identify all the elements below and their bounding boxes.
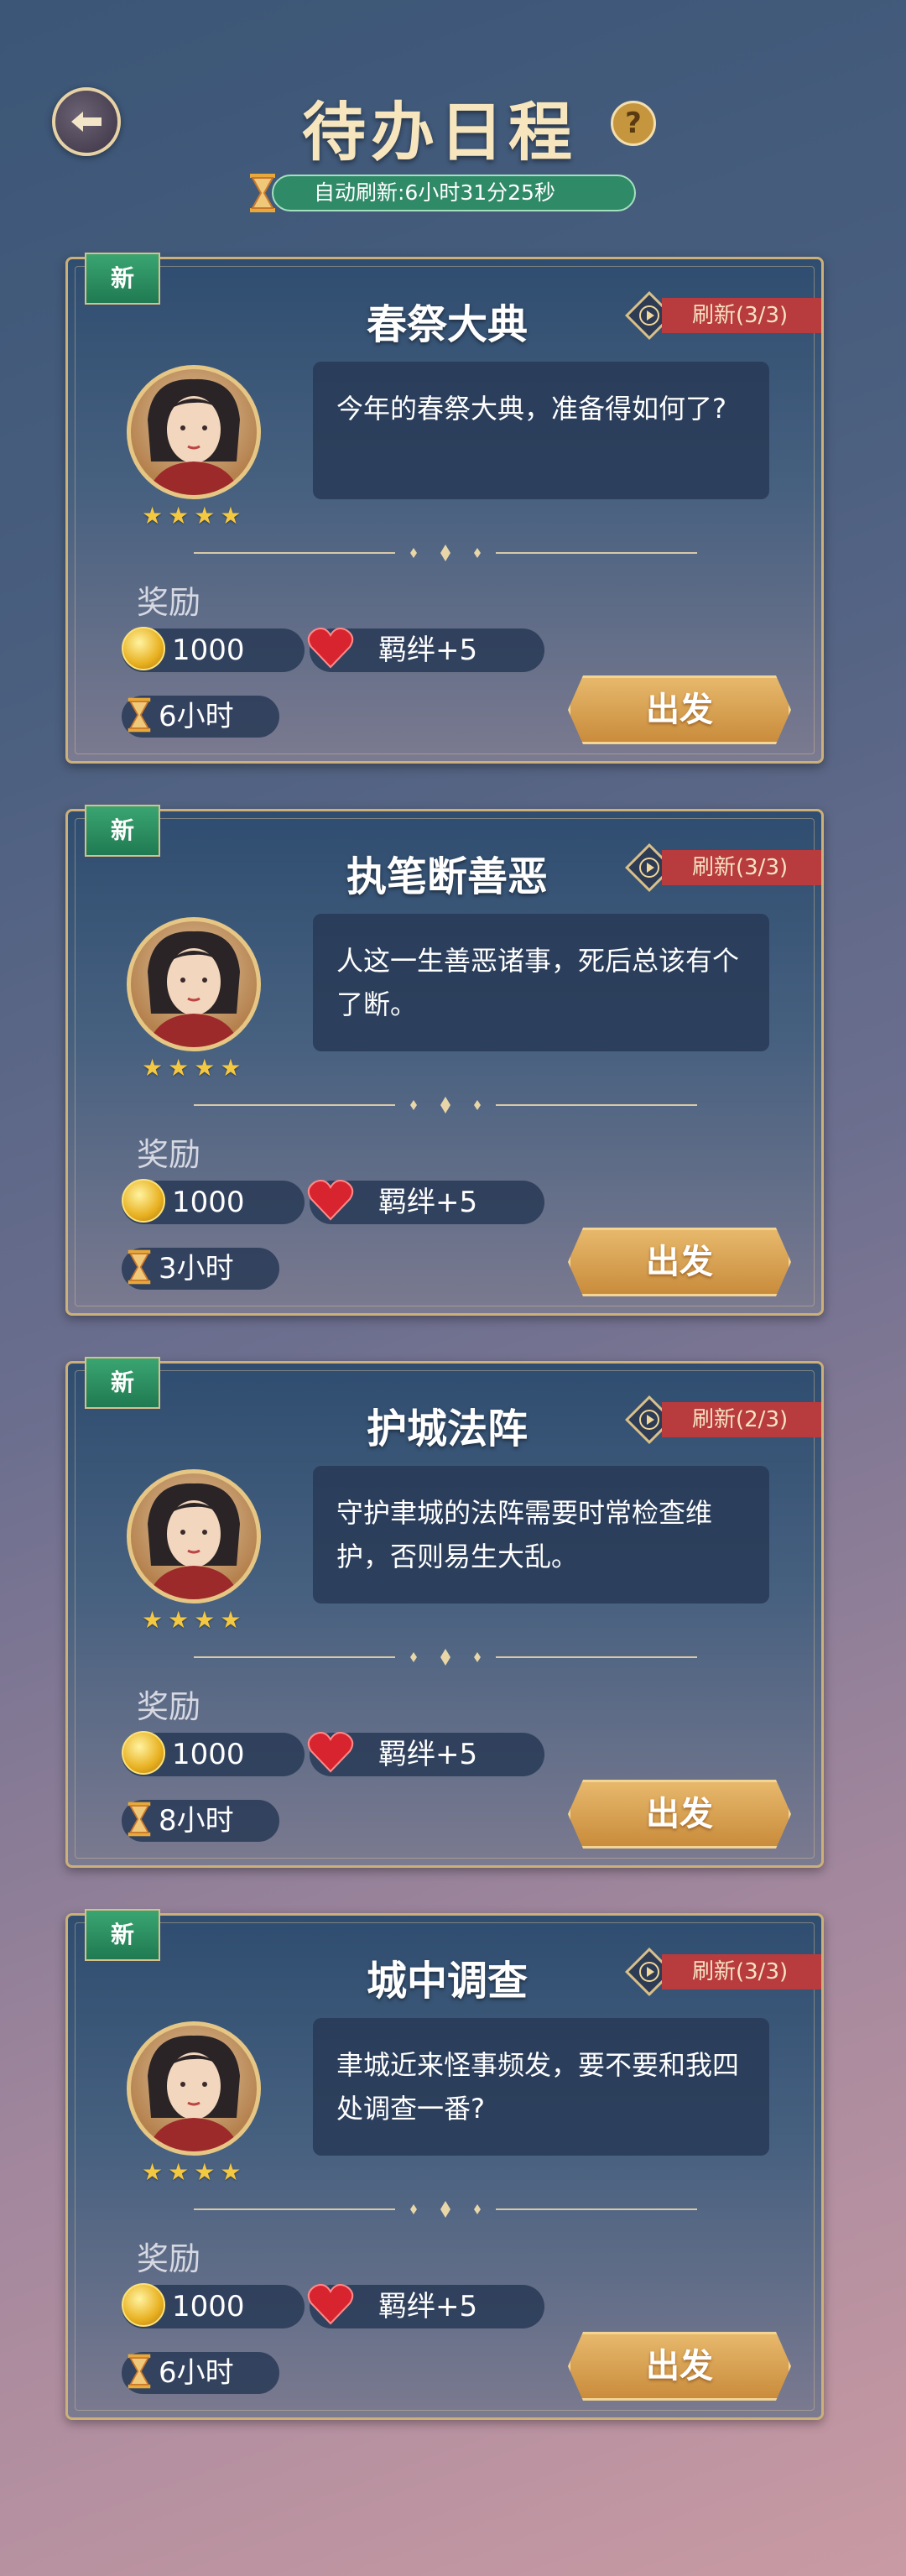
refresh-button[interactable]: 刷新(3/3) (625, 1948, 821, 1996)
back-arrow-icon (71, 112, 102, 132)
character-avatar[interactable] (127, 917, 261, 1051)
bond-amount: 羁绊+5 (378, 1738, 478, 1771)
refresh-count: 刷新(3/3) (662, 1954, 821, 1989)
bond-amount: 羁绊+5 (378, 1186, 478, 1219)
star-icon: ★ (142, 2158, 164, 2186)
star-icon: ★ (194, 2158, 216, 2186)
star-icon: ★ (142, 1606, 164, 1634)
hourglass-icon (128, 1249, 151, 1285)
character-avatar[interactable] (127, 2021, 261, 2156)
star-icon: ★ (220, 1606, 242, 1634)
header: 待办日程 ? 自动刷新:6小时31分25秒 (0, 0, 906, 218)
portrait-image (148, 378, 240, 495)
auto-refresh-timer: 自动刷新:6小时31分25秒 (272, 175, 636, 211)
star-icon: ★ (194, 1054, 216, 1082)
portrait-image (148, 2035, 240, 2151)
refresh-count: 刷新(3/3) (662, 850, 821, 885)
star-icon: ★ (194, 502, 216, 529)
star-rating: ★ ★ ★ ★ (142, 1609, 241, 1632)
refresh-count: 刷新(2/3) (662, 1402, 821, 1437)
character-avatar[interactable] (127, 1469, 261, 1603)
heart-icon (307, 1732, 354, 1773)
hourglass-icon (128, 2354, 151, 2389)
depart-button[interactable]: 出发 (568, 2332, 791, 2401)
bond-amount: 羁绊+5 (378, 634, 478, 667)
depart-button[interactable]: 出发 (568, 675, 791, 744)
star-rating: ★ ★ ★ ★ (142, 1056, 241, 1080)
depart-button[interactable]: 出发 (568, 1228, 791, 1296)
refresh-button[interactable]: 刷新(3/3) (625, 291, 821, 340)
dialog-text: 聿城近来怪事频发，要不要和我四处调查一番? (313, 2018, 769, 2156)
duration-text: 6小时 (159, 700, 234, 733)
dialog-text: 守护聿城的法阵需要时常检查维护，否则易生大乱。 (313, 1466, 769, 1603)
star-icon: ★ (194, 1606, 216, 1634)
heart-icon (307, 1180, 354, 1221)
star-icon: ★ (168, 502, 190, 529)
reward-label: 奖励 (137, 1688, 201, 1725)
refresh-button[interactable]: 刷新(2/3) (625, 1395, 821, 1444)
star-icon: ★ (168, 1606, 190, 1634)
star-rating: ★ ★ ★ ★ (142, 504, 241, 528)
hourglass-icon (128, 697, 151, 733)
heart-icon (307, 628, 354, 669)
coin-icon (122, 2283, 165, 2327)
back-button[interactable] (52, 87, 121, 156)
refresh-count: 刷新(3/3) (662, 298, 821, 333)
coin-amount: 1000 (172, 1186, 245, 1219)
reward-label: 奖励 (137, 2240, 201, 2277)
portrait-image (148, 1483, 240, 1599)
coin-icon (122, 1731, 165, 1775)
character-avatar[interactable] (127, 365, 261, 499)
star-icon: ★ (142, 502, 164, 529)
reward-label: 奖励 (137, 1136, 201, 1173)
refresh-button[interactable]: 刷新(3/3) (625, 843, 821, 892)
star-icon: ★ (220, 1054, 242, 1082)
task-card: 新 护城法阵 刷新(2/3) ★ ★ ★ ★ 守护聿城的法阵需要时常检查维护，否则易生… (65, 1357, 824, 1868)
depart-button[interactable]: 出发 (568, 1780, 791, 1849)
portrait-image (148, 931, 240, 1047)
hourglass-icon (128, 1802, 151, 1837)
dialog-text: 今年的春祭大典，准备得如何了? (313, 362, 769, 499)
coin-amount: 1000 (172, 2290, 245, 2323)
star-icon: ★ (142, 1054, 164, 1082)
reward-label: 奖励 (137, 584, 201, 621)
task-card: 新 执笔断善恶 刷新(3/3) ★ ★ ★ ★ 人这一生善恶诸事，死后总该有个了断。 (65, 805, 824, 1316)
duration-text: 6小时 (159, 2356, 234, 2390)
bond-amount: 羁绊+5 (378, 2290, 478, 2323)
ornament-divider (194, 1649, 697, 1666)
duration-text: 3小时 (159, 1252, 234, 1285)
ornament-divider (194, 545, 697, 561)
star-icon: ★ (168, 1054, 190, 1082)
duration-text: 8小时 (159, 1804, 234, 1838)
task-card: 新 春祭大典 刷新(3/3) ★ ★ ★ ★ 今年的春祭大典，准备得如何了? 奖… (65, 253, 824, 764)
ornament-divider (194, 2201, 697, 2218)
star-rating: ★ ★ ★ ★ (142, 2161, 241, 2184)
star-icon: ★ (220, 2158, 242, 2186)
ornament-divider (194, 1097, 697, 1113)
star-icon: ★ (220, 502, 242, 529)
help-icon[interactable]: ? (611, 101, 656, 146)
coin-amount: 1000 (172, 1738, 245, 1771)
star-icon: ★ (168, 2158, 190, 2186)
coin-icon (122, 1179, 165, 1223)
dialog-text: 人这一生善恶诸事，死后总该有个了断。 (313, 914, 769, 1051)
task-card: 新 城中调查 刷新(3/3) ★ ★ ★ ★ 聿城近来怪事频发，要不要和我四处调查一番… (65, 1909, 824, 2420)
coin-amount: 1000 (172, 634, 245, 667)
heart-icon (307, 2284, 354, 2325)
page-title: 待办日程 (302, 95, 577, 169)
coin-icon (122, 627, 165, 670)
